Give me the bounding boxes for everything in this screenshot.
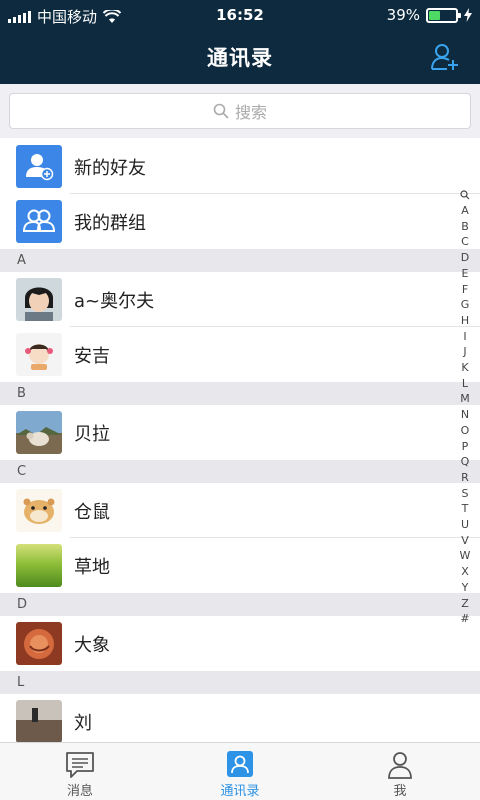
battery-icon [426,7,461,23]
tab-contacts-label: 通讯录 [220,784,260,799]
section-header-l: L [0,671,480,694]
index-letter[interactable]: D [461,250,469,266]
index-letter[interactable]: J [463,344,466,360]
search-icon [213,103,229,119]
contact-row[interactable]: 刘 [0,694,480,749]
contact-row[interactable]: 仓鼠 [0,483,480,538]
index-letter[interactable]: R [461,470,469,486]
contact-name: 刘 [74,712,92,734]
page-title: 通讯录 [207,46,273,70]
contacts-icon [227,751,253,777]
header: 中国移动 16:52 39% 通讯录 [0,0,480,84]
search-input[interactable]: 搜索 [9,93,471,129]
index-letter[interactable]: S [462,486,469,502]
new-friends-label: 新的好友 [74,157,146,179]
group-icon [16,200,62,243]
tab-bar: 消息 通讯录 我 [0,742,480,800]
my-groups-label: 我的群组 [74,212,146,234]
my-groups-row[interactable]: 我的群组 [0,194,480,249]
contact-row[interactable]: 贝拉 [0,405,480,460]
index-letter[interactable]: X [461,564,469,580]
tab-contacts[interactable]: 通讯录 [160,743,320,800]
new-friends-row[interactable]: 新的好友 [0,139,480,194]
status-bar: 中国移动 16:52 39% [0,0,480,30]
search-area: 搜索 [0,84,480,138]
contact-name: 贝拉 [74,423,110,445]
contact-list: 新的好友 我的群组 A a~奥尔夫 安吉 B 贝拉 C 仓鼠 草地 D 大象 L… [0,139,480,749]
message-icon [66,752,94,778]
contact-name: 仓鼠 [74,501,110,523]
avatar [16,700,62,743]
avatar [16,489,62,532]
avatar [16,622,62,665]
section-header-c: C [0,460,480,483]
section-header-a: A [0,249,480,272]
index-letter[interactable]: Z [461,596,469,612]
tab-messages[interactable]: 消息 [0,743,160,800]
profile-icon [388,752,412,779]
contact-row[interactable]: 草地 [0,538,480,593]
charging-icon [464,8,472,22]
section-header-d: D [0,593,480,616]
contact-name: 草地 [74,556,110,578]
index-letter[interactable]: W [460,548,471,564]
contact-row[interactable]: a~奥尔夫 [0,272,480,327]
index-letter[interactable]: H [461,313,469,329]
contact-row[interactable]: 大象 [0,616,480,671]
alphabet-index[interactable]: A B C D E F G H I J K L M N O P Q R S T … [458,190,472,627]
index-letter[interactable]: G [461,297,470,313]
contact-name: 安吉 [74,345,110,367]
index-letter[interactable]: T [462,501,469,517]
index-letter[interactable]: K [461,360,468,376]
index-letter[interactable]: I [463,329,466,345]
battery-percent: 39% [386,6,420,24]
index-letter[interactable]: B [461,219,469,235]
index-letter[interactable]: M [460,391,470,407]
index-letter[interactable]: L [462,376,468,392]
index-letter[interactable]: # [460,611,469,627]
section-header-b: B [0,382,480,405]
navigation-bar: 通讯录 [0,30,480,84]
tab-me-label: 我 [393,784,407,799]
avatar [16,544,62,587]
index-search-icon[interactable] [460,190,470,200]
tab-me[interactable]: 我 [320,743,480,800]
search-placeholder: 搜索 [234,103,267,122]
index-letter[interactable]: O [461,423,470,439]
index-letter[interactable]: N [461,407,469,423]
index-letter[interactable]: P [462,439,469,455]
avatar [16,411,62,454]
avatar [16,278,62,321]
index-letter[interactable]: E [462,266,469,282]
index-letter[interactable]: Q [461,454,470,470]
add-user-icon [16,145,62,188]
index-letter[interactable]: F [462,282,468,298]
index-letter[interactable]: A [461,203,469,219]
index-letter[interactable]: U [461,517,469,533]
index-letter[interactable]: Y [462,580,469,596]
avatar [16,333,62,376]
index-letter[interactable]: V [461,533,469,549]
contact-row[interactable]: 安吉 [0,327,480,382]
add-contact-icon[interactable] [430,42,460,72]
index-letter[interactable]: C [461,234,469,250]
contact-name: 大象 [74,634,110,656]
tab-messages-label: 消息 [66,784,93,799]
contact-name: a~奥尔夫 [74,290,155,312]
